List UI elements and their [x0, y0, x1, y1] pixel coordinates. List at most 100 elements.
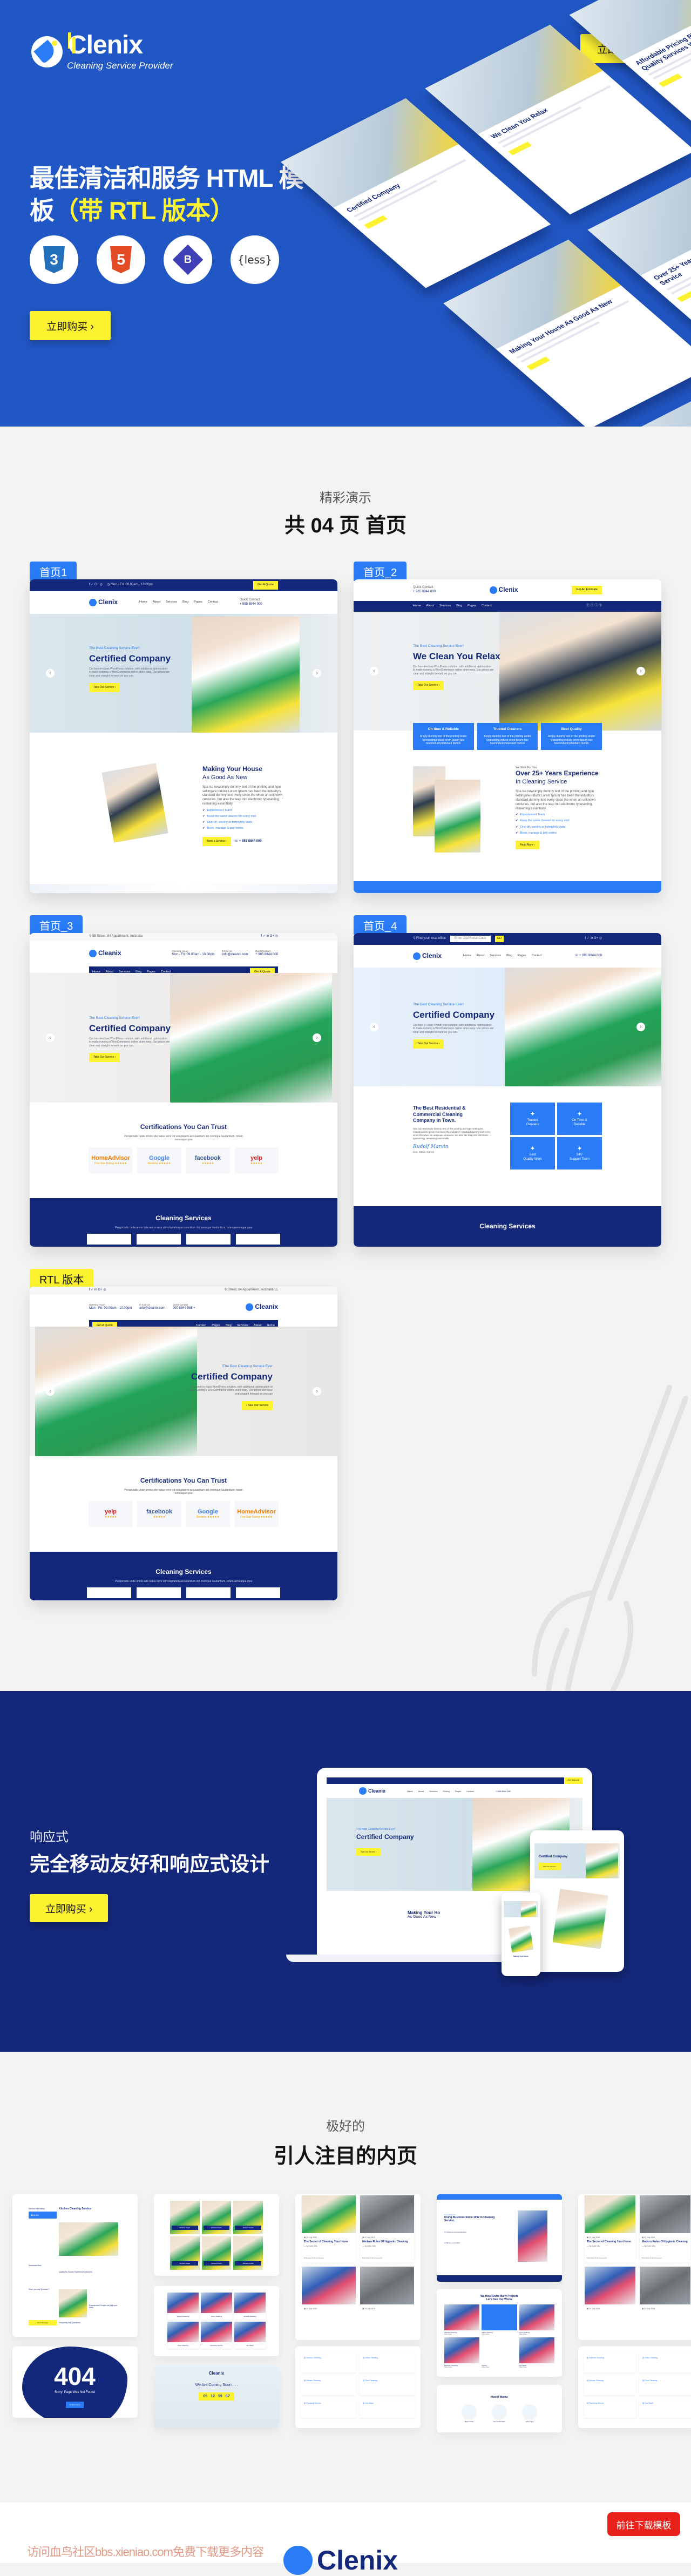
- read-more-button[interactable]: Read More ›: [516, 840, 539, 850]
- about-content: Know About Us Doing Business Since 1992 I…: [437, 2200, 507, 2258]
- hero-cta-button[interactable]: Take Our Service ›: [413, 681, 444, 690]
- next-arrow[interactable]: ›: [313, 1387, 321, 1396]
- logo-accent: [72, 37, 76, 53]
- nav-link[interactable]: Pages: [468, 604, 476, 608]
- site-logo[interactable]: Cleanix: [89, 949, 121, 958]
- inner-page-blog[interactable]: ▣ 24 July 2019 The Secret of Cleaning You…: [578, 2194, 691, 2340]
- service-item: Office Cleaning: [201, 2293, 232, 2320]
- nav-link[interactable]: Services: [439, 604, 451, 608]
- certs-title: Certifications You Can Trust: [140, 1477, 227, 1484]
- site-logo[interactable]: Cleanix: [246, 1303, 278, 1311]
- service-card: [186, 1234, 231, 1245]
- hero-cta-button[interactable]: Take Our Service ›: [89, 683, 120, 692]
- go-button[interactable]: GO: [494, 936, 504, 942]
- inner-page-how-it-works[interactable]: How It Works Book Online Get Confirmation L…: [437, 2385, 562, 2432]
- nav-link[interactable]: About: [153, 600, 160, 604]
- send-message-button[interactable]: Send Message: [29, 2320, 57, 2325]
- project-item: Bedroom Cleaning Office Home: [444, 2337, 480, 2368]
- demo-card-4[interactable]: ⚲ Find your local office Enter Zip/Postal…: [354, 933, 661, 1247]
- site-logo[interactable]: Clenix: [413, 952, 442, 961]
- demo-label-tab[interactable]: 首页_4: [354, 915, 407, 935]
- nav-link[interactable]: Blog: [456, 604, 462, 608]
- nav-link[interactable]: Pages: [518, 954, 526, 958]
- inner-page-service-list[interactable]: ▥ Window Cleaning ▥ Office Cleaning ▥ Kitc…: [295, 2347, 421, 2428]
- inner-page-blog[interactable]: ▣ 24 July 2019 The Secret of Cleaning You…: [295, 2194, 421, 2340]
- nav-link[interactable]: About: [426, 604, 434, 608]
- demo-card-1[interactable]: f ✓ G+ ◎ ◷ Mon - Fri: 09.00am - 10.00pm Ge…: [30, 579, 337, 893]
- prev-arrow[interactable]: ‹: [370, 667, 378, 675]
- cert-logo-homeadvisor: HomeAdvisor Five Star Rating ★★★★★: [234, 1500, 279, 1527]
- inner-page-coming-soon[interactable]: Cleanix We Are Coming Soon . . . 05 12 59 07: [154, 2365, 279, 2428]
- site-logo[interactable]: Clenix: [89, 598, 118, 607]
- demo-card-2[interactable]: Quick Contact + 985 8844 000 Clenix Get An …: [354, 579, 661, 893]
- certifications-section: Certifications You Can Trust Perspiciatis…: [30, 1456, 337, 1527]
- zip-input[interactable]: Enter Zip/Postal Code: [450, 936, 491, 942]
- blog-card: ▣ 24 July 2019: [585, 2267, 635, 2313]
- nav-link[interactable]: Pages: [194, 600, 202, 604]
- nav-link[interactable]: Home: [139, 600, 147, 604]
- prev-arrow[interactable]: ‹: [46, 1387, 55, 1396]
- prev-arrow[interactable]: ‹: [46, 1033, 55, 1042]
- buy-now-responsive-button[interactable]: 立即购买 ›: [30, 1894, 108, 1922]
- demo-card-3[interactable]: ⚲ 55 Street, 84 Appartment, Australia f ✓…: [30, 933, 337, 1247]
- prev-arrow[interactable]: ‹: [46, 669, 55, 678]
- inner-page-projects[interactable]: We Have Done Many Projects Let's See Our …: [437, 2289, 562, 2377]
- hero-cta-button[interactable]: ‹ Take Our Service: [241, 1401, 273, 1410]
- address: ⚲ 55 Street, 84 Appartment, Australia: [89, 935, 143, 938]
- nav-link[interactable]: Services: [490, 954, 501, 958]
- nav-link[interactable]: Contact: [208, 600, 218, 604]
- inner-page-404[interactable]: 404 Sorry! Page Was Not Found Go Back Home: [12, 2347, 138, 2418]
- mock-phone: + 985 8844 000: [495, 1789, 511, 1793]
- inner-page-service-detail[interactable]: Service Information $120.50 Download Now Ha…: [12, 2194, 138, 2337]
- service-main: Kitchen Cleaning Service Quality No Issue…: [59, 2207, 118, 2324]
- nav-link[interactable]: Services: [166, 600, 177, 604]
- next-arrow[interactable]: ›: [313, 669, 321, 678]
- blog-title: Modern Rules Of Hygienic Cleaning: [362, 2240, 408, 2243]
- nav-link[interactable]: Home: [463, 954, 471, 958]
- service-list-name: ▥ Kitchen Cleaning: [304, 2379, 321, 2382]
- prev-arrow[interactable]: ‹: [370, 1023, 378, 1031]
- next-arrow[interactable]: ›: [313, 1033, 321, 1042]
- info-value: Mon - Fri: 09.00am - 10.00pm: [172, 953, 215, 957]
- nav-link[interactable]: Home: [413, 604, 421, 608]
- hero-cta-button[interactable]: Take Our Service ›: [413, 1039, 444, 1049]
- info-value: Mon - Fri: 09.00am - 10.00pm: [89, 1307, 132, 1310]
- download-template-button[interactable]: 前往下载模板: [607, 2512, 680, 2536]
- book-service-button[interactable]: Book a Service ›: [202, 837, 231, 846]
- hero-title: 最佳清洁和服务 HTML 模 板（带 RTL 版本）: [30, 162, 303, 227]
- next-arrow[interactable]: ›: [636, 1023, 645, 1031]
- nav-link[interactable]: Blog: [182, 600, 188, 604]
- nav-link[interactable]: About: [477, 954, 484, 958]
- next-arrow[interactable]: ›: [636, 667, 645, 675]
- demo-label-tab[interactable]: 首页_2: [354, 562, 407, 581]
- section-subtitle: As Good As New: [202, 774, 248, 781]
- demo-label-tab[interactable]: 首页1: [30, 562, 77, 581]
- inner-page-services[interactable]: Kitchen Cleaning Office Cleaning Window Cl…: [154, 2286, 279, 2356]
- get-quote-button[interactable]: Get A Quote: [253, 581, 278, 590]
- nav-link[interactable]: Contact: [532, 954, 542, 958]
- go-home-button[interactable]: Go Back Home: [66, 2402, 84, 2408]
- demo-label-tab[interactable]: 首页_3: [30, 915, 83, 935]
- inner-page-team[interactable]: Richard Powel Richard Powel Richard Powel R…: [154, 2194, 279, 2276]
- nav-link[interactable]: Contact: [482, 604, 492, 608]
- get-estimate-button[interactable]: Get An Estimate: [572, 586, 602, 594]
- info-item: Quick Contact + 985 8844 000: [255, 950, 278, 957]
- find-office-label: ⚲ Find your local office: [413, 937, 446, 941]
- demo-card-5[interactable]: ⚲ Street, 84 Appartment, Australia 55 f ✓…: [30, 1287, 337, 1600]
- bottom-strip: [30, 884, 337, 893]
- cert-logos: yelp ★★★★★ facebook ★★★★★ Google Reviews ★★★★…: [30, 1500, 337, 1527]
- blog-photo: [360, 2195, 414, 2233]
- inner-page-service-list[interactable]: ▥ Window Cleaning ▥ Office Cleaning ▥ Kitc…: [578, 2347, 691, 2428]
- hero-cta-button[interactable]: Take Our Service ›: [89, 1053, 120, 1062]
- demos-title: 共 04 页 首页: [284, 515, 407, 537]
- nav-link[interactable]: Blog: [506, 954, 512, 958]
- inner-page-about[interactable]: Know About Us Doing Business Since 1992 I…: [437, 2194, 562, 2282]
- team-member-name: Richard Powel: [235, 2261, 261, 2266]
- certs-title: Certifications You Can Trust: [140, 1123, 227, 1131]
- demo-label-tab[interactable]: RTL 版本: [30, 1269, 94, 1288]
- brand-logo[interactable]: Clenix Cleaning Service Provider: [31, 32, 173, 71]
- site-logo[interactable]: Clenix: [489, 586, 518, 594]
- project-item: Office Cleaning Office Home: [482, 2304, 517, 2335]
- buy-now-hero-button[interactable]: 立即购买 ›: [30, 311, 111, 340]
- quick-contact: Quick Contact + 985 8844 000: [413, 586, 436, 594]
